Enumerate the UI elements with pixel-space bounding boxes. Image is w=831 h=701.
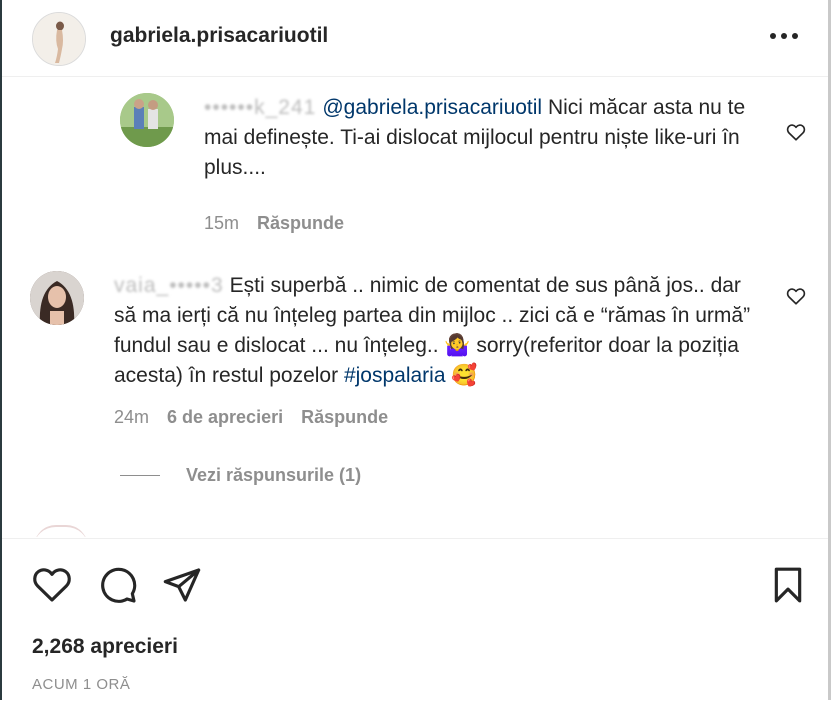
view-replies-button[interactable]: Vezi răspunsurile (1) — [120, 465, 361, 486]
next-commenter-avatar[interactable] — [34, 525, 88, 537]
reply-button[interactable]: Răspunde — [301, 407, 388, 427]
commenter-avatar[interactable] — [30, 271, 84, 325]
like-comment-heart-icon[interactable] — [786, 287, 806, 305]
reply-comment-time: 15m — [204, 213, 240, 233]
comment-text: vaia_•••••3 Ești superbă .. nimic de come… — [114, 271, 764, 391]
post-likes-count[interactable]: 2,268 aprecieri — [32, 635, 178, 659]
commenter-username[interactable]: vaia_•••••3 — [114, 271, 224, 301]
post-header: gabriela.prisacariuotil — [2, 0, 828, 77]
reply-button[interactable]: Răspunde — [257, 213, 344, 233]
reply-comment-meta: 15m Răspunde — [204, 213, 344, 234]
header-username[interactable]: gabriela.prisacariuotil — [110, 24, 328, 48]
heart-icon[interactable] — [32, 565, 72, 605]
view-replies-label: Vezi răspunsurile (1) — [186, 465, 362, 485]
comment-icon[interactable] — [98, 565, 138, 605]
post-actions: 2,268 aprecieri ACUM 1 ORĂ — [2, 538, 828, 701]
comment-time: 24m — [114, 407, 150, 427]
share-icon[interactable] — [162, 565, 202, 605]
comment-likes[interactable]: 6 de aprecieri — [167, 407, 283, 427]
more-options-icon[interactable] — [768, 22, 800, 50]
like-comment-heart-icon[interactable] — [786, 123, 806, 141]
hashtag-link[interactable]: #jospalaria — [344, 364, 446, 387]
profile-avatar[interactable] — [32, 12, 86, 66]
comment-meta: 24m 6 de aprecieri Răspunde — [114, 407, 388, 428]
reply-commenter-avatar[interactable] — [120, 93, 174, 147]
reply-commenter-username[interactable]: ••••••k_241 — [204, 93, 316, 123]
mention-link[interactable]: @gabriela.prisacariuotil — [322, 96, 542, 119]
view-replies-divider — [120, 475, 160, 476]
bookmark-icon[interactable] — [768, 565, 808, 605]
comment-emoji: 🥰 — [445, 364, 478, 387]
reply-comment-text: ••••••k_241 @gabriela.prisacariuotil Nici… — [204, 93, 764, 183]
post-timestamp[interactable]: ACUM 1 ORĂ — [32, 676, 130, 693]
comments-list[interactable]: ••••••k_241 @gabriela.prisacariuotil Nici… — [2, 77, 828, 537]
